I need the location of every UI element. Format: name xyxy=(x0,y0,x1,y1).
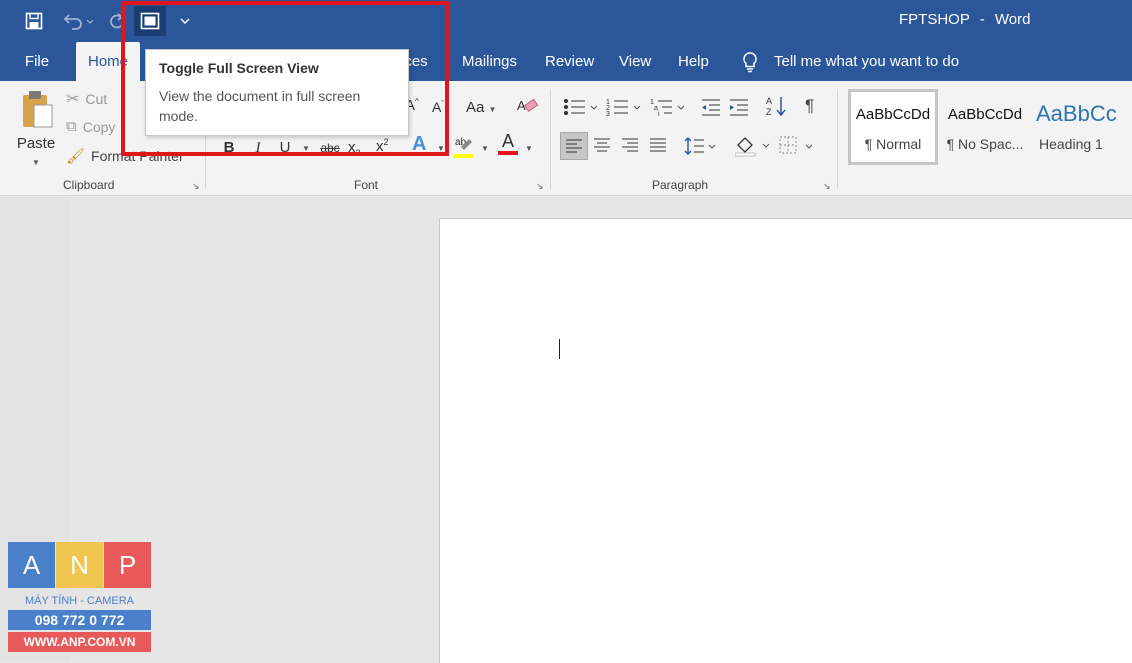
tab-help[interactable]: Help xyxy=(678,42,709,81)
paragraph-group-label: Paragraph xyxy=(652,178,709,192)
text-cursor xyxy=(559,339,560,359)
justify-button[interactable] xyxy=(650,138,666,157)
watermark-letter-n: N xyxy=(56,542,103,588)
sort-icon: AZ xyxy=(766,96,786,117)
borders-icon xyxy=(779,136,813,154)
watermark-letter-p: P xyxy=(104,542,151,588)
tab-mailings[interactable]: Mailings xyxy=(462,42,517,81)
svg-text:Z: Z xyxy=(766,107,772,117)
highlight-button[interactable]: ab xyxy=(453,133,475,164)
numbering-button[interactable]: 123 xyxy=(606,97,642,122)
align-right-button[interactable] xyxy=(622,138,638,157)
app-name: Word xyxy=(994,11,1031,28)
style-heading-1[interactable]: AaBbCc Heading 1 xyxy=(1030,89,1132,157)
style-name: ¶ No Spac... xyxy=(946,136,1024,152)
tab-file[interactable]: File xyxy=(14,42,60,81)
line-spacing-button[interactable] xyxy=(684,136,718,161)
paste-button[interactable]: Paste ▼ xyxy=(14,87,60,167)
clipboard-group-label: Clipboard xyxy=(63,178,115,192)
tab-view[interactable]: View xyxy=(619,42,651,81)
document-name: FPTSHOP xyxy=(899,11,970,28)
style-name: ¶ Normal xyxy=(864,136,922,152)
svg-text:3: 3 xyxy=(606,111,610,117)
font-launcher-icon[interactable]: ↘ xyxy=(536,181,544,192)
lightbulb-icon xyxy=(740,51,760,78)
highlighter-icon: ab xyxy=(453,137,473,158)
line-spacing-icon xyxy=(684,137,716,155)
title-separator: - xyxy=(979,11,985,28)
numbering-icon: 123 xyxy=(606,99,641,118)
undo-button[interactable] xyxy=(58,8,98,34)
cut-label: Cut xyxy=(85,91,108,107)
watermark-tagline: MÁY TÍNH - CAMERA xyxy=(25,595,134,607)
font-color-label: A xyxy=(501,131,514,151)
paint-bucket-icon xyxy=(734,137,770,157)
save-icon xyxy=(25,12,43,30)
svg-text:i: i xyxy=(658,111,660,117)
separator xyxy=(550,89,551,189)
font-group-label: Font xyxy=(354,178,379,192)
increase-indent-button[interactable] xyxy=(728,97,750,122)
align-left-button[interactable] xyxy=(560,132,588,160)
tell-me-search[interactable]: Tell me what you want to do xyxy=(774,42,959,81)
scissors-icon: ✂ xyxy=(66,91,80,108)
align-center-button[interactable] xyxy=(594,138,610,157)
save-button[interactable] xyxy=(21,8,47,34)
paragraph-launcher-icon[interactable]: ↘ xyxy=(823,181,831,192)
anp-watermark: A N P MÁY TÍNH - CAMERA 098 772 0 772 WW… xyxy=(8,542,151,654)
clipboard-icon xyxy=(23,91,53,128)
window-title: FPTSHOP - Word xyxy=(899,11,1031,28)
borders-button[interactable] xyxy=(779,136,815,161)
style-normal[interactable]: AaBbCcDd ¶ Normal xyxy=(848,89,938,165)
style-sample: AaBbCcDd xyxy=(855,106,931,123)
justify-icon xyxy=(650,138,666,152)
style-sample: AaBbCc xyxy=(1036,101,1117,126)
undo-icon xyxy=(63,14,94,30)
bullets-icon xyxy=(564,99,598,115)
watermark-letter-a: A xyxy=(8,542,55,588)
align-center-icon xyxy=(594,138,610,152)
font-color-bar xyxy=(498,151,518,155)
align-left-icon xyxy=(566,139,582,153)
font-color-dropdown-icon[interactable]: ▼ xyxy=(525,144,533,153)
sort-button[interactable]: AZ xyxy=(766,95,788,122)
svg-text:A: A xyxy=(766,96,772,106)
tab-review[interactable]: Review xyxy=(545,42,594,81)
style-no-spacing[interactable]: AaBbCcDd ¶ No Spac... xyxy=(940,89,1030,157)
clear-formatting-button[interactable]: A xyxy=(517,96,539,121)
cut-button[interactable]: ✂ Cut xyxy=(66,89,107,109)
style-name: Heading 1 xyxy=(1039,136,1103,152)
copy-label: Copy xyxy=(82,118,116,135)
copy-icon: ⧉ xyxy=(66,118,77,135)
decrease-indent-icon xyxy=(702,99,720,116)
decrease-indent-button[interactable] xyxy=(700,97,722,122)
shading-button[interactable] xyxy=(734,135,771,162)
change-case-button[interactable]: Aa ▼ xyxy=(466,99,496,116)
bullets-button[interactable] xyxy=(563,97,599,122)
paintbrush-icon: 🖌 xyxy=(66,148,86,165)
font-color-button[interactable]: A xyxy=(498,131,518,155)
multilevel-list-button[interactable]: 1ai xyxy=(650,97,686,122)
separator xyxy=(837,89,838,189)
copy-button[interactable]: ⧉ Copy xyxy=(66,118,115,135)
watermark-website: WWW.ANP.COM.VN xyxy=(8,632,151,652)
paste-dropdown-icon: ▼ xyxy=(32,158,40,167)
paste-label: Paste xyxy=(16,135,56,152)
align-right-icon xyxy=(622,138,638,152)
change-case-label: Aa xyxy=(466,99,485,116)
style-sample: AaBbCcDd xyxy=(947,106,1023,123)
multilevel-list-icon: 1ai xyxy=(650,99,685,118)
increase-indent-icon xyxy=(730,99,748,116)
highlight-dropdown-icon[interactable]: ▼ xyxy=(481,144,489,153)
highlight-annotation xyxy=(121,1,449,156)
show-formatting-button[interactable]: ¶ xyxy=(805,96,814,116)
watermark-phone: 098 772 0 772 xyxy=(8,610,151,630)
clipboard-launcher-icon[interactable]: ↘ xyxy=(192,181,200,192)
eraser-icon: A xyxy=(517,98,539,113)
document-page[interactable] xyxy=(439,218,1132,663)
